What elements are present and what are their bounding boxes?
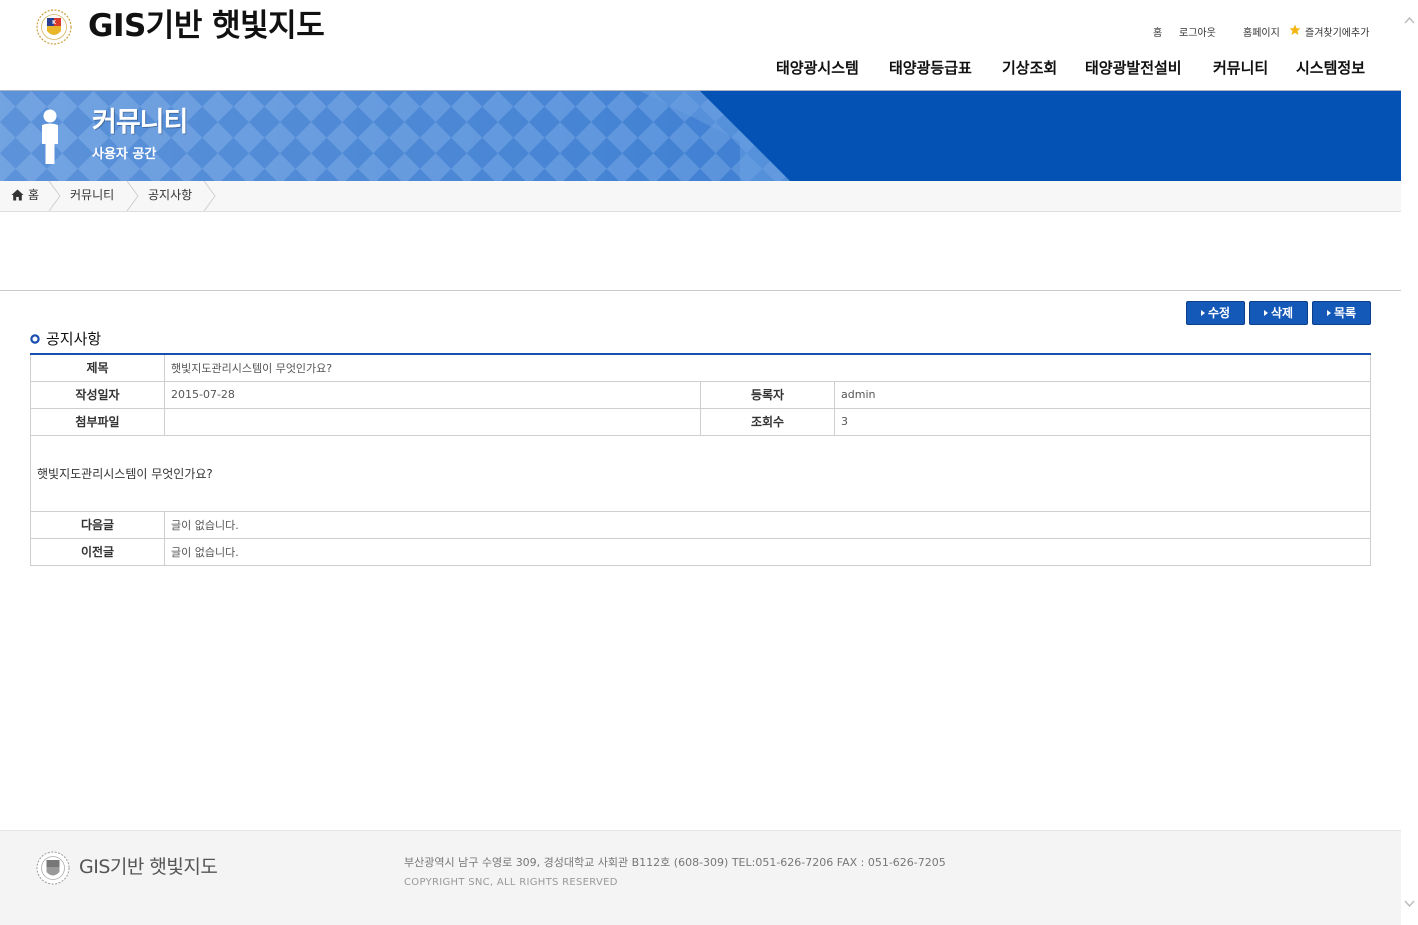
sub-banner (0, 91, 1401, 181)
gnb-solar-grade[interactable]: 태양광등급표 (889, 57, 972, 78)
table-row: 햇빛지도관리시스템이 무엇인가요? (30, 434, 1371, 512)
table-row: 작성일자 2015-07-28 등록자 admin (30, 380, 1371, 409)
chevron-right-icon (126, 181, 139, 211)
chevron-down-icon[interactable] (1403, 896, 1416, 910)
gnb-weather[interactable]: 기상조회 (1002, 57, 1057, 78)
university-logo[interactable]: K (36, 9, 72, 45)
chevron-up-icon[interactable] (1403, 14, 1416, 28)
home-icon[interactable] (11, 189, 24, 201)
breadcrumb-notice[interactable]: 공지사항 (148, 187, 192, 203)
edit-button-label: 수정 (1207, 306, 1231, 320)
post-body: 햇빛지도관리시스템이 무엇인가요? (30, 434, 1371, 512)
table-row: 첨부파일 조회수 3 (30, 407, 1371, 436)
attach-value[interactable] (164, 407, 701, 436)
banner-subtitle: 사용자 공간 (92, 147, 157, 162)
table-row: 다음글 글이 없습니다. (30, 510, 1371, 539)
gnb-solar-system[interactable]: 태양광시스템 (776, 57, 859, 78)
footer-logo (36, 851, 70, 885)
footer-address: 부산광역시 남구 수영로 309, 경성대학교 사회관 B112호 (608-3… (404, 856, 946, 869)
date-label: 작성일자 (30, 380, 165, 409)
table-row: 이전글 글이 없습니다. (30, 537, 1371, 566)
subject-label: 제목 (30, 353, 165, 382)
triangle-right-icon (1263, 310, 1268, 316)
triangle-right-icon (1200, 310, 1205, 316)
prev-post-label: 이전글 (30, 537, 165, 566)
list-button-label: 목록 (1333, 306, 1357, 320)
util-link-logout[interactable]: 로그아웃 (1179, 24, 1216, 39)
gnb-community[interactable]: 커뮤니티 (1213, 57, 1268, 78)
util-link-homepage[interactable]: 홈페이지 (1243, 24, 1280, 39)
list-button[interactable]: 목록 (1312, 301, 1371, 325)
content-divider (0, 290, 1401, 291)
post-detail-table: 제목 햇빛지도관리시스템이 무엇인가요? 작성일자 2015-07-28 등록자… (30, 353, 1371, 566)
scrollbar[interactable] (1401, 0, 1418, 924)
chevron-right-icon (203, 181, 216, 211)
views-label: 조회수 (700, 407, 835, 436)
date-value: 2015-07-28 (164, 380, 701, 409)
banner-diamond-pattern (0, 91, 790, 181)
edit-button[interactable]: 수정 (1186, 301, 1245, 325)
circle-bullet-icon (30, 334, 40, 344)
banner-title: 커뮤니티 (92, 107, 188, 138)
section-title: 공지사항 (46, 330, 102, 348)
util-link-bookmark[interactable]: 즐겨찾기에추가 (1305, 24, 1369, 39)
views-value: 3 (834, 407, 1371, 436)
util-link-home[interactable]: 홈 (1153, 24, 1162, 39)
delete-button[interactable]: 삭제 (1249, 301, 1308, 325)
delete-button-label: 삭제 (1270, 306, 1294, 320)
subject-value: 햇빛지도관리시스템이 무엇인가요? (164, 353, 1371, 382)
breadcrumb-home[interactable]: 홈 (28, 187, 39, 203)
next-post-value[interactable]: 글이 없습니다. (164, 510, 1371, 539)
gnb-system-info[interactable]: 시스템정보 (1296, 57, 1365, 78)
triangle-right-icon (1326, 310, 1331, 316)
chevron-right-icon (48, 181, 61, 211)
prev-post-value[interactable]: 글이 없습니다. (164, 537, 1371, 566)
person-icon (42, 109, 58, 164)
breadcrumb-community[interactable]: 커뮤니티 (70, 187, 114, 203)
footer-copyright: COPYRIGHT SNC, ALL RIGHTS RESERVED (404, 877, 618, 888)
author-value: admin (834, 380, 1371, 409)
site-title[interactable]: GIS기반 햇빛지도 (88, 6, 325, 46)
author-label: 등록자 (700, 380, 835, 409)
next-post-label: 다음글 (30, 510, 165, 539)
gnb-solar-facility[interactable]: 태양광발전설비 (1085, 57, 1182, 78)
attach-label: 첨부파일 (30, 407, 165, 436)
table-row: 제목 햇빛지도관리시스템이 무엇인가요? (30, 353, 1371, 382)
star-icon (1289, 24, 1301, 35)
footer-title: GIS기반 햇빛지도 (79, 856, 218, 878)
